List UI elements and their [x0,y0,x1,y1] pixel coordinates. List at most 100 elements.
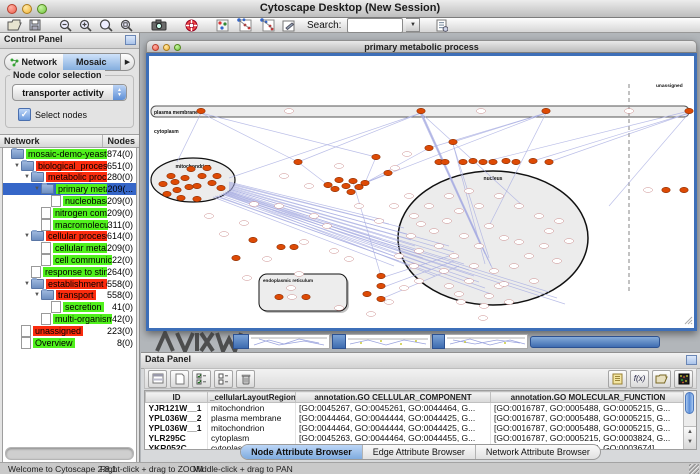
graph-node[interactable] [552,259,561,264]
graph-node[interactable] [474,244,483,249]
graph-node-selected-orange[interactable] [187,166,195,171]
graph-node[interactable] [499,282,508,287]
graph-node-selected-orange[interactable] [372,154,380,159]
select-nodes-checkbox[interactable]: ✓ [18,108,31,121]
graph-node[interactable] [424,204,433,209]
tab-edge-attribute-browser[interactable]: Edge Attribute Browser [362,445,475,459]
graph-node[interactable] [456,300,465,305]
graph-node-selected-orange[interactable] [545,159,553,164]
graph-node[interactable] [322,224,331,229]
minimized-window-thumbnail[interactable] [445,334,528,349]
graph-node-selected-orange[interactable] [502,158,510,163]
graph-node[interactable] [304,184,313,189]
window-resize-grip[interactable] [689,464,699,474]
graph-node[interactable] [262,257,271,262]
graph-node-selected-orange[interactable] [275,294,283,299]
tab-node-attribute-browser[interactable]: Node Attribute Browser [241,445,362,459]
graph-node[interactable] [534,214,543,219]
graph-node-selected-orange[interactable] [173,187,181,192]
network-window-titlebar[interactable]: primary metabolic process [146,40,697,53]
tree-expand-arrow-icon[interactable]: ▼ [23,233,31,239]
graph-node[interactable] [284,109,293,114]
graph-node[interactable] [504,300,513,305]
graph-node-selected-orange[interactable] [159,181,167,186]
graph-node[interactable] [469,264,478,269]
graph-node[interactable] [439,269,448,274]
tree-item[interactable]: ▼metabolic process280(0) [3,172,136,184]
tree-item[interactable]: macromolecule311(0) [3,219,136,231]
graph-node[interactable] [249,202,258,207]
graph-node-selected-orange[interactable] [342,183,350,188]
graph-node-selected-orange[interactable] [449,139,457,144]
apply-layout-button[interactable] [234,18,254,32]
graph-node-selected-orange[interactable] [662,187,670,192]
graph-node-selected-orange[interactable] [193,183,201,188]
graph-node[interactable] [509,264,518,269]
graph-node-selected-orange[interactable] [217,185,225,190]
open-file-button[interactable] [5,18,24,32]
tree-item[interactable]: Overview8(0) [3,337,136,349]
graph-node[interactable] [286,286,295,291]
graph-node[interactable] [374,219,383,224]
graph-node-selected-orange[interactable] [542,108,550,113]
graph-node[interactable] [344,257,353,262]
graph-node[interactable] [390,166,399,171]
graph-node-selected-orange[interactable] [294,159,302,164]
tree-item[interactable]: response to stimulu264(0) [3,266,136,278]
tab-network[interactable]: Network [5,54,63,70]
minimized-window-titlebar[interactable] [233,334,249,349]
graph-node-selected-orange[interactable] [163,191,171,196]
graph-node-selected-orange[interactable] [417,108,425,113]
attribute-select-button[interactable] [148,370,167,388]
search-input[interactable] [347,18,403,33]
tree-expand-arrow-icon[interactable]: ▼ [13,163,21,169]
float-panel-icon[interactable] [686,355,697,365]
graph-node[interactable] [399,286,408,291]
graph-node[interactable] [414,279,423,284]
table-row[interactable]: YPL036W__2plasma membrane[GO:0044464, GO… [146,413,686,423]
minimized-window-titlebar[interactable] [332,334,346,349]
graph-node[interactable] [384,300,393,305]
graph-node[interactable] [334,164,343,169]
graph-node-selected-orange[interactable] [232,255,240,260]
graph-node[interactable] [406,234,415,239]
graph-node[interactable] [478,316,487,321]
graph-node[interactable] [484,224,493,229]
graph-node[interactable] [454,292,463,297]
graph-node-selected-orange[interactable] [441,159,449,164]
minimized-window-titlebar[interactable] [432,334,445,349]
zoom-view-button[interactable] [174,44,181,51]
graph-node[interactable] [514,240,523,245]
graph-node[interactable] [459,234,468,239]
graph-node-selected-orange[interactable] [181,175,189,180]
minimize-view-button[interactable] [163,44,170,51]
unselect-all-attributes-button[interactable] [214,370,233,388]
graph-node[interactable] [564,239,573,244]
graph-node[interactable] [474,204,483,209]
graph-node[interactable] [242,276,251,281]
tab-overflow-button[interactable]: ▶ [120,54,134,70]
tree-item[interactable]: nitrogen compo209(0) [3,207,136,219]
column-header[interactable]: ID [146,392,208,403]
graph-node[interactable] [444,194,453,199]
graph-node[interactable] [402,152,411,157]
graph-node-selected-orange[interactable] [529,158,537,163]
graph-node[interactable] [529,279,538,284]
column-header[interactable]: annotation.GO CELLULAR_COMPONENT [296,392,491,403]
graph-node[interactable] [489,269,498,274]
float-panel-icon[interactable] [125,35,136,45]
graph-node[interactable] [366,312,375,317]
column-header[interactable]: _cellularLayoutRegion [208,392,296,403]
scrollbar-thumb[interactable] [685,392,694,414]
graph-node-selected-orange[interactable] [459,159,467,164]
graph-node-selected-orange[interactable] [185,184,193,189]
graph-node[interactable] [389,204,398,209]
graph-node-selected-orange[interactable] [384,170,392,175]
function-builder-button[interactable]: f(x) [630,370,649,388]
select-all-attributes-button[interactable] [192,370,211,388]
zoom-fit-button[interactable] [97,18,115,32]
graph-node[interactable] [274,204,283,209]
graph-node[interactable] [416,222,425,227]
tree-item[interactable]: cell communicat22(0) [3,254,136,266]
zoom-window-button[interactable] [37,4,47,14]
